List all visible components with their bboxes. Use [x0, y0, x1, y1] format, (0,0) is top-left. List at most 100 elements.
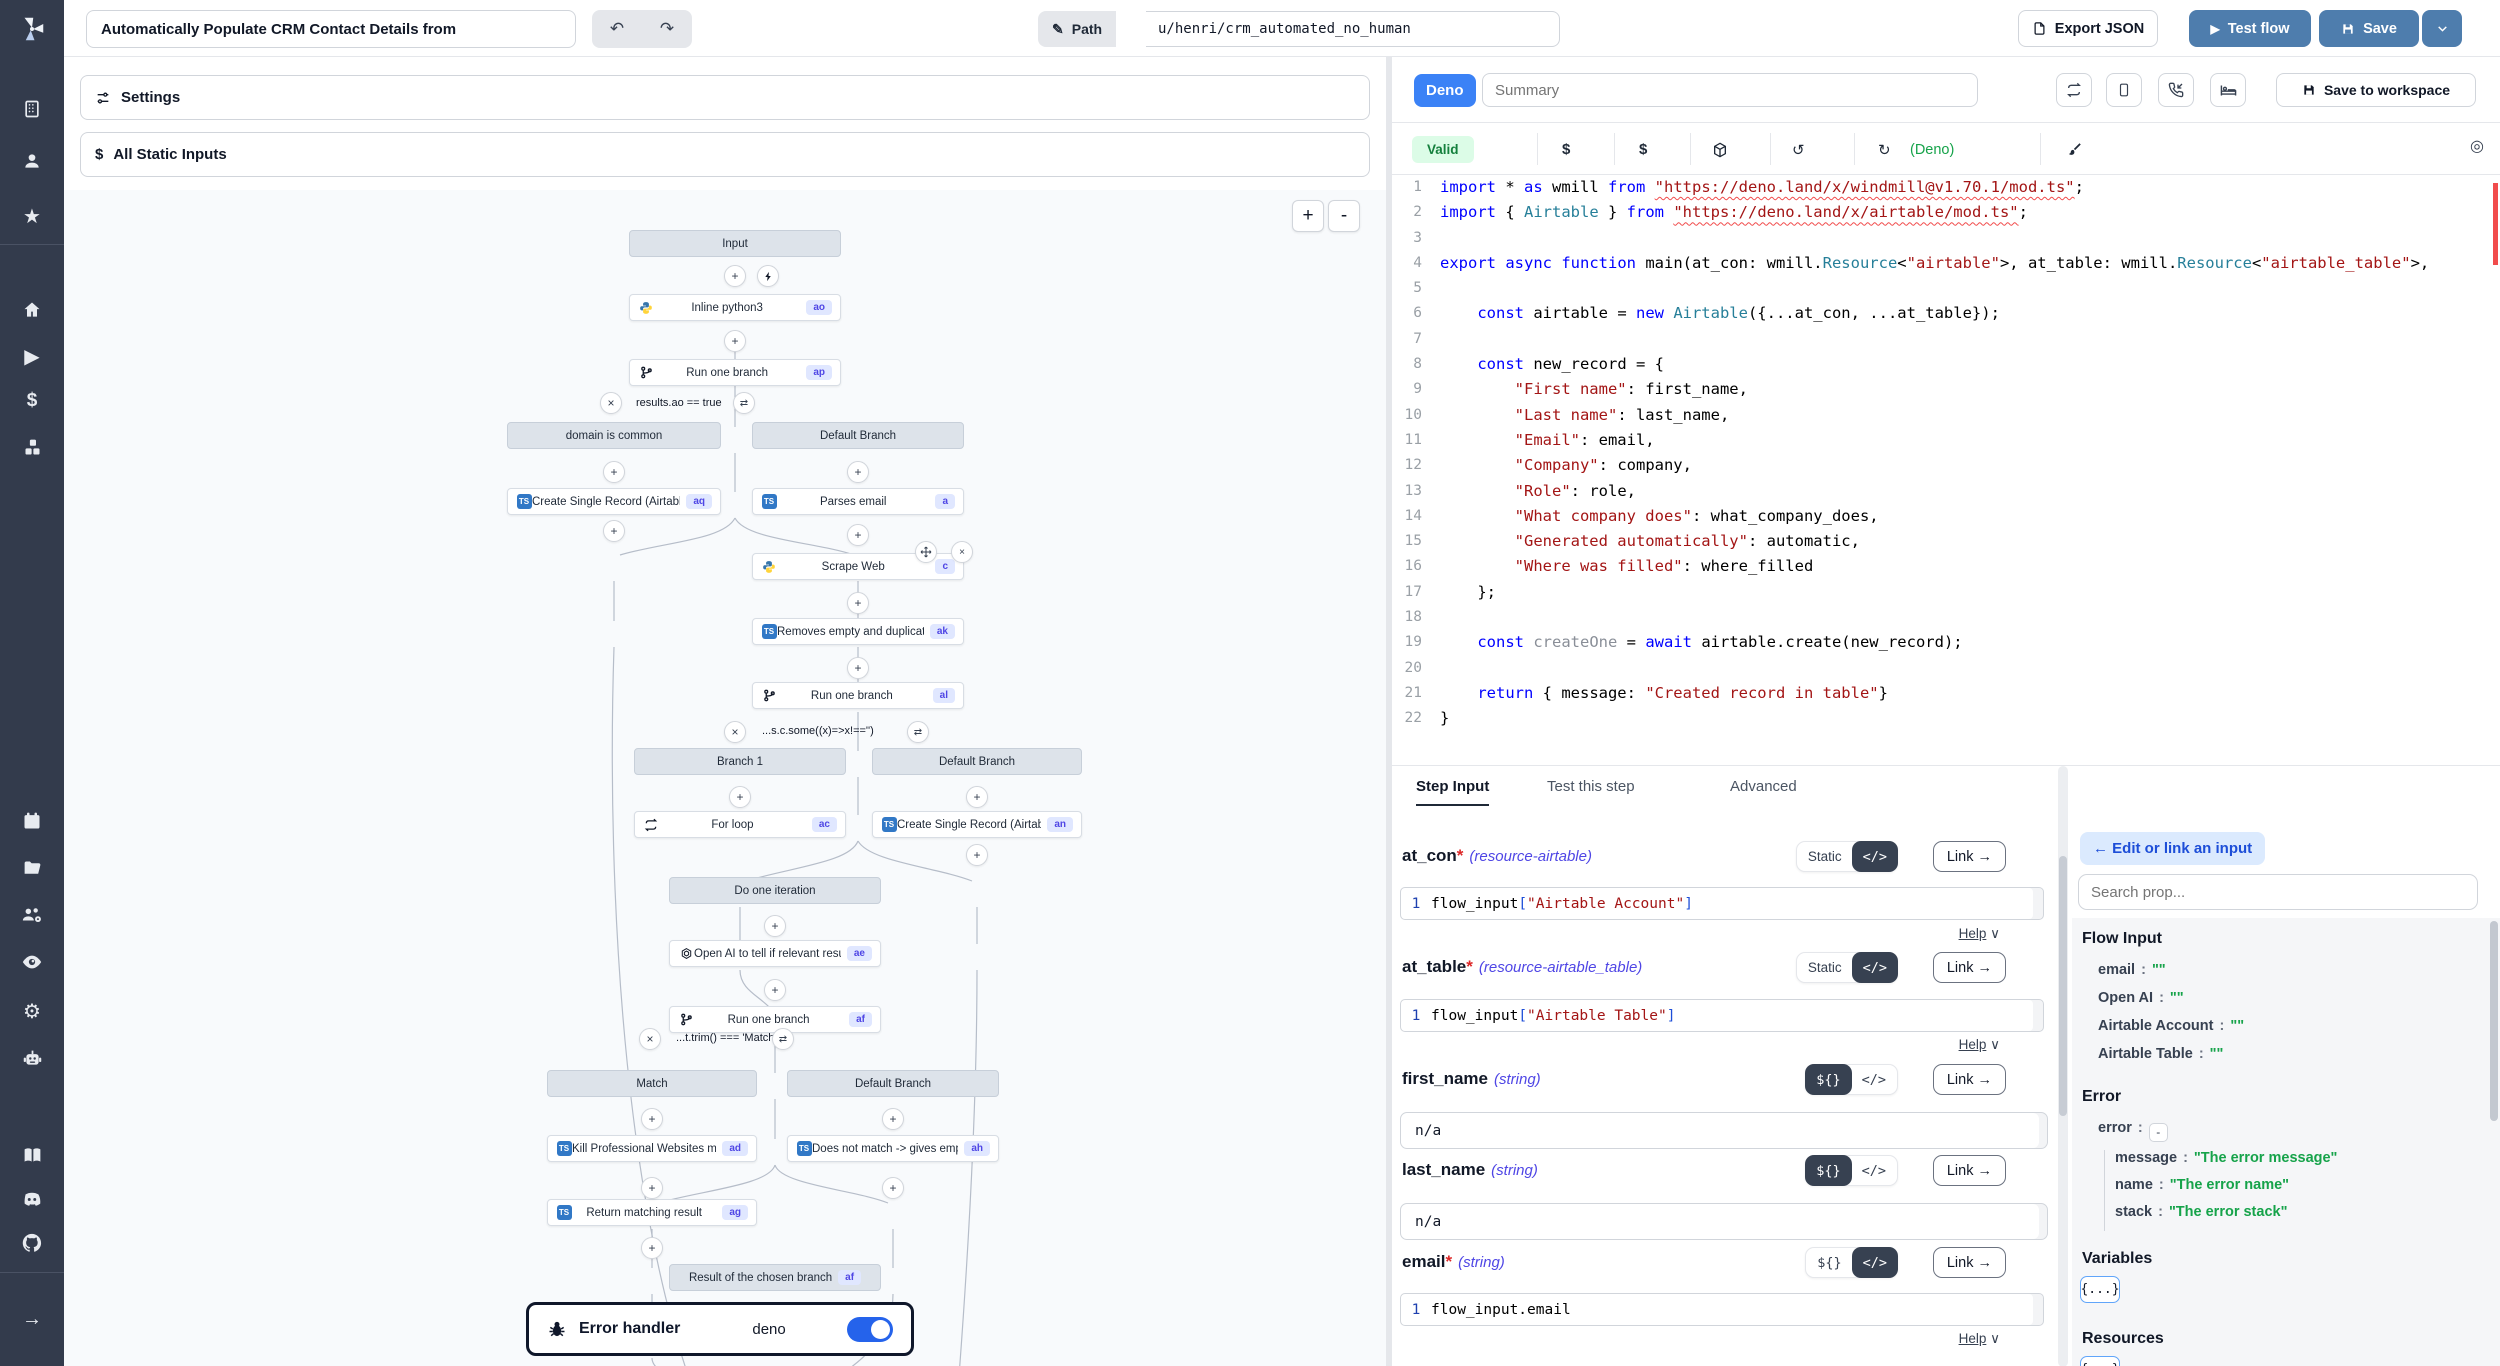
dollar-icon[interactable]: $ [1562, 136, 1570, 163]
prop-row-email[interactable]: email:"" [2098, 962, 2166, 978]
audit-eye-icon[interactable] [0, 945, 64, 979]
edit-or-link-input-button[interactable]: ← Edit or link an input [2080, 832, 2265, 865]
windmill-logo-icon[interactable] [0, 8, 64, 50]
flow-node-do-one-iteration[interactable]: Do one iteration [669, 877, 881, 904]
flow-canvas[interactable]: + - Input + Inline python3 ao + Run one … [64, 190, 1386, 1366]
test-flow-button[interactable]: ▶ Test flow [2189, 10, 2311, 47]
flow-node-openai-relevant[interactable]: Open AI to tell if relevant result ae [669, 940, 881, 967]
toggle-template[interactable]: ${} [1806, 1248, 1852, 1277]
first-name-link-button[interactable]: Link → [1933, 1064, 2006, 1095]
swap-branch-button[interactable]: ⇄ [733, 392, 755, 414]
flow-node-create-single-record-an[interactable]: TS Create Single Record (Airtable) an [872, 811, 1082, 838]
add-step-button[interactable]: + [882, 1108, 904, 1130]
add-step-button[interactable]: + [847, 657, 869, 679]
all-static-inputs-bar[interactable]: $ All Static Inputs [80, 132, 1370, 177]
groups-users-gear-icon[interactable] [0, 898, 64, 932]
flow-node-run-one-branch-3[interactable]: Run one branch af [669, 1006, 881, 1033]
flow-node-match[interactable]: Match [547, 1070, 757, 1097]
tab-step-input[interactable]: Step Input [1416, 778, 1489, 806]
last-name-link-button[interactable]: Link → [1933, 1155, 2006, 1186]
add-step-button[interactable]: + [641, 1237, 663, 1259]
email-help-link[interactable]: Help ∨ [1959, 1331, 2000, 1347]
flow-node-run-one-branch-2[interactable]: Run one branch al [752, 682, 964, 709]
flow-node-kill-mentions[interactable]: TS Kill Professional Websites mentions a… [547, 1135, 757, 1162]
at-table-link-button[interactable]: Link → [1933, 952, 2006, 983]
mobile-icon[interactable] [2106, 73, 2142, 107]
prop-row-airtable-account[interactable]: Airtable Account:"" [2098, 1018, 2244, 1034]
flow-node-input[interactable]: Input [629, 230, 841, 257]
add-step-button[interactable]: + [882, 1177, 904, 1199]
prop-row-airtable-table[interactable]: Airtable Table:"" [2098, 1046, 2223, 1062]
prop-row-error[interactable]: error:- [2098, 1120, 2168, 1142]
bed-icon[interactable] [2210, 73, 2246, 107]
path-chip[interactable]: ✎ Path [1038, 11, 1116, 47]
docs-book-icon[interactable] [0, 1138, 64, 1172]
toggle-code[interactable]: </> [1851, 1156, 1897, 1185]
at-con-expression[interactable]: 1flow_input["Airtable Account"] [1400, 887, 2044, 920]
remove-branch-button[interactable]: × [724, 721, 746, 743]
flow-node-no-match-empty[interactable]: TS Does not match -> gives empty value a… [787, 1135, 999, 1162]
prop-row-error-stack[interactable]: stack:"The error stack" [2115, 1204, 2337, 1220]
remove-branch-button[interactable]: × [639, 1028, 661, 1050]
tab-test-this-step[interactable]: Test this step [1547, 778, 1635, 795]
toggle-static[interactable]: Static [1797, 953, 1853, 982]
code-editor[interactable]: 1import * as wmill from "https://deno.la… [1392, 175, 2500, 765]
save-to-workspace-button[interactable]: Save to workspace [2276, 73, 2476, 107]
resources-object-button[interactable]: {...} [2080, 1356, 2120, 1366]
toggle-code[interactable]: </> [1852, 1247, 1898, 1278]
flow-node-default-branch-2[interactable]: Default Branch [872, 748, 1082, 775]
at-con-link-button[interactable]: Link → [1933, 841, 2006, 872]
export-json-button[interactable]: Export JSON [2018, 10, 2158, 47]
summary-input[interactable] [1482, 73, 1978, 107]
save-dropdown-button[interactable] [2422, 10, 2462, 47]
delete-step-button[interactable]: × [951, 541, 973, 563]
last-name-value[interactable]: n/a [1400, 1203, 2048, 1240]
move-step-crosshair-button[interactable] [915, 541, 937, 563]
undo-icon[interactable]: ↺ [1792, 136, 1805, 163]
add-step-button[interactable]: + [603, 520, 625, 542]
settings-gear-icon[interactable]: ⚙ [0, 994, 64, 1028]
add-step-button[interactable]: + [847, 461, 869, 483]
eye-icon[interactable]: ◎ [2470, 136, 2484, 156]
schedules-calendar-icon[interactable] [0, 804, 64, 838]
resources-cubes-icon[interactable] [0, 430, 64, 464]
save-button[interactable]: Save [2319, 10, 2419, 47]
add-step-button[interactable]: + [641, 1108, 663, 1130]
add-step-button[interactable]: + [764, 915, 786, 937]
runs-play-icon[interactable]: ▶ [0, 339, 64, 373]
prop-row-error-name[interactable]: name:"The error name" [2115, 1177, 2337, 1193]
flow-title-input[interactable] [86, 10, 576, 48]
email-expression[interactable]: 1flow_input.email [1400, 1293, 2044, 1326]
prop-row-open-ai[interactable]: Open AI:"" [2098, 990, 2184, 1006]
workers-robot-icon[interactable] [0, 1041, 64, 1075]
toggle-code[interactable]: </> [1851, 1065, 1897, 1094]
tab-advanced[interactable]: Advanced [1730, 778, 1797, 795]
variables-object-button[interactable]: {...} [2080, 1276, 2120, 1303]
package-icon[interactable] [1712, 136, 1728, 163]
search-prop-input[interactable] [2078, 874, 2478, 910]
flow-node-default-branch-1[interactable]: Default Branch [752, 422, 964, 449]
flow-node-run-one-branch-1[interactable]: Run one branch ap [629, 359, 841, 386]
flow-node-result-chosen-branch[interactable]: Result of the chosen branch af [669, 1264, 881, 1291]
at-table-expression[interactable]: 1flow_input["Airtable Table"] [1400, 999, 2044, 1032]
first-name-value[interactable]: n/a [1400, 1112, 2048, 1149]
error-handler-toggle[interactable] [847, 1317, 893, 1342]
flow-node-create-single-record-aq[interactable]: TS Create Single Record (Airtable) aq [507, 488, 721, 515]
flow-node-domain-is-common[interactable]: domain is common [507, 422, 721, 449]
brush-icon[interactable] [2067, 136, 2082, 163]
redo-button[interactable]: ↷ [642, 10, 692, 48]
add-step-button[interactable]: + [966, 786, 988, 808]
user-icon[interactable] [0, 144, 64, 178]
phone-incoming-icon[interactable] [2158, 73, 2194, 107]
flow-node-removes-empty-duplicates[interactable]: TS Removes empty and duplicates ak [752, 618, 964, 645]
path-input[interactable] [1146, 11, 1560, 47]
reload-icon[interactable]: ↻ [1878, 136, 1891, 163]
toggle-code[interactable]: </> [1852, 841, 1898, 872]
zoom-out-button[interactable]: - [1328, 200, 1360, 232]
prop-row-error-message[interactable]: message:"The error message" [2115, 1150, 2337, 1166]
dollar-icon[interactable]: $ [1639, 136, 1647, 163]
flow-node-branch-1[interactable]: Branch 1 [634, 748, 846, 775]
toggle-template[interactable]: ${} [1805, 1064, 1851, 1095]
github-icon[interactable] [0, 1226, 64, 1260]
add-step-button[interactable]: + [724, 330, 746, 352]
